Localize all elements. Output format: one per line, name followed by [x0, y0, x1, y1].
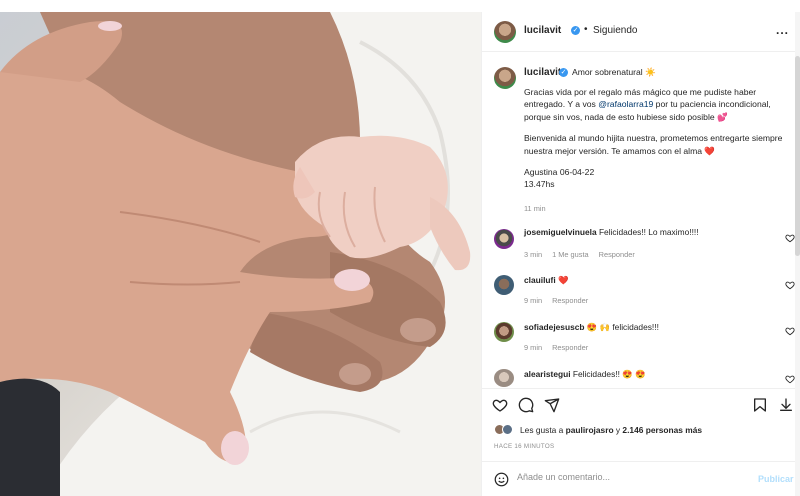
post-sidebar: lucilavit ✓ • Siguiendo ... lucilavit ✓ …: [481, 12, 800, 496]
caption-time: 13.47hs: [524, 179, 555, 190]
comment-username[interactable]: clauilufi: [524, 275, 556, 285]
comment-like-heart-icon[interactable]: [785, 374, 795, 384]
comment-likes[interactable]: 1 Me gusta: [552, 250, 589, 259]
hands-photo-illustration: [0, 12, 481, 496]
comment-username[interactable]: sofiadejesuscb: [524, 322, 585, 332]
comment-avatar[interactable]: [494, 229, 514, 249]
comment-time[interactable]: 3 min: [524, 250, 542, 259]
caption-paragraph-2: Bienvenida al mundo hijita nuestra, prom…: [524, 133, 783, 156]
bookmark-icon[interactable]: [752, 397, 768, 413]
comment-time[interactable]: 9 min: [524, 343, 542, 352]
emoji-icon[interactable]: [494, 472, 509, 487]
download-icon[interactable]: [778, 397, 794, 413]
caption-title: Amor sobrenatural ☀️: [572, 67, 656, 77]
comment-avatar[interactable]: [494, 322, 514, 342]
comment-input[interactable]: [517, 472, 737, 482]
comment-body: Felicidades!! Lo maximo!!!!: [598, 227, 699, 237]
comment-like-heart-icon[interactable]: [785, 280, 795, 290]
caption-body: Gracias vida por el regalo más mágico qu…: [524, 86, 794, 191]
comment-body: Felicidades!! 😍 😍: [572, 369, 646, 379]
heart-icon[interactable]: [492, 397, 508, 413]
follow-status-button[interactable]: Siguiendo: [593, 25, 637, 36]
mention-link[interactable]: @rafaolarra19: [598, 99, 653, 109]
author-username[interactable]: lucilavit: [524, 25, 561, 36]
comment-meta: 9 min Responder: [524, 343, 598, 352]
liker-username[interactable]: paulirojasro: [566, 425, 614, 435]
separator-dot: •: [584, 24, 588, 35]
share-icon[interactable]: [544, 397, 560, 413]
more-options-icon[interactable]: ...: [776, 23, 789, 37]
caption-author-avatar[interactable]: [494, 67, 516, 89]
comment-meta: 9 min Responder: [524, 296, 598, 305]
liker-avatar[interactable]: [502, 424, 513, 435]
comment-reply-button[interactable]: Responder: [552, 296, 588, 305]
comment-reply-button[interactable]: Responder: [552, 343, 588, 352]
author-avatar[interactable]: [494, 21, 516, 43]
caption-username[interactable]: lucilavit: [524, 67, 561, 78]
publish-button[interactable]: Publicar: [758, 474, 794, 484]
likes-count[interactable]: 2.146 personas más: [622, 425, 702, 435]
caption-date: Agustina 06-04-22: [524, 167, 595, 178]
panel-scrollbar[interactable]: [795, 12, 800, 496]
comment-avatar[interactable]: [494, 369, 514, 387]
verified-badge-icon: ✓: [571, 26, 580, 35]
comment-avatar[interactable]: [494, 275, 514, 295]
comment-meta: 3 min 1 Me gusta Responder: [524, 250, 645, 259]
comment-like-heart-icon[interactable]: [785, 233, 795, 243]
scrollbar-thumb[interactable]: [795, 56, 800, 256]
comment-username[interactable]: josemiguelvinuela: [524, 227, 597, 237]
posted-time[interactable]: HACE 16 MINUTOS: [494, 443, 554, 450]
comment-icon[interactable]: [518, 397, 534, 413]
add-comment-bar: Publicar: [482, 461, 800, 496]
post-header: lucilavit ✓ • Siguiendo ...: [482, 12, 800, 52]
likes-prefix: Les gusta a: [520, 425, 566, 435]
post-image[interactable]: [0, 12, 481, 496]
likes-summary: Les gusta a paulirojasro y 2.146 persona…: [520, 425, 702, 435]
caption-verified-badge-icon: ✓: [559, 68, 568, 77]
post-actions-section: Les gusta a paulirojasro y 2.146 persona…: [482, 388, 800, 496]
caption-timestamp[interactable]: 11 min: [524, 204, 546, 213]
comment-text: alearistegui Felicidades!! 😍 😍: [524, 369, 645, 380]
comment-like-heart-icon[interactable]: [785, 326, 795, 336]
comment-body: 😍 🙌 felicidades!!!: [586, 322, 659, 332]
comment-text: clauilufi ❤️: [524, 275, 568, 286]
comment-username[interactable]: alearistegui: [524, 369, 571, 379]
comment-text: josemiguelvinuela Felicidades!! Lo maxim…: [524, 227, 699, 237]
caption-paragraph-1: Gracias vida por el regalo más mágico qu…: [524, 86, 794, 123]
comment-reply-button[interactable]: Responder: [599, 250, 635, 259]
comment-text: sofiadejesuscb 😍 🙌 felicidades!!!: [524, 322, 659, 333]
comment-body: ❤️: [557, 275, 569, 285]
comment-time[interactable]: 9 min: [524, 296, 542, 305]
